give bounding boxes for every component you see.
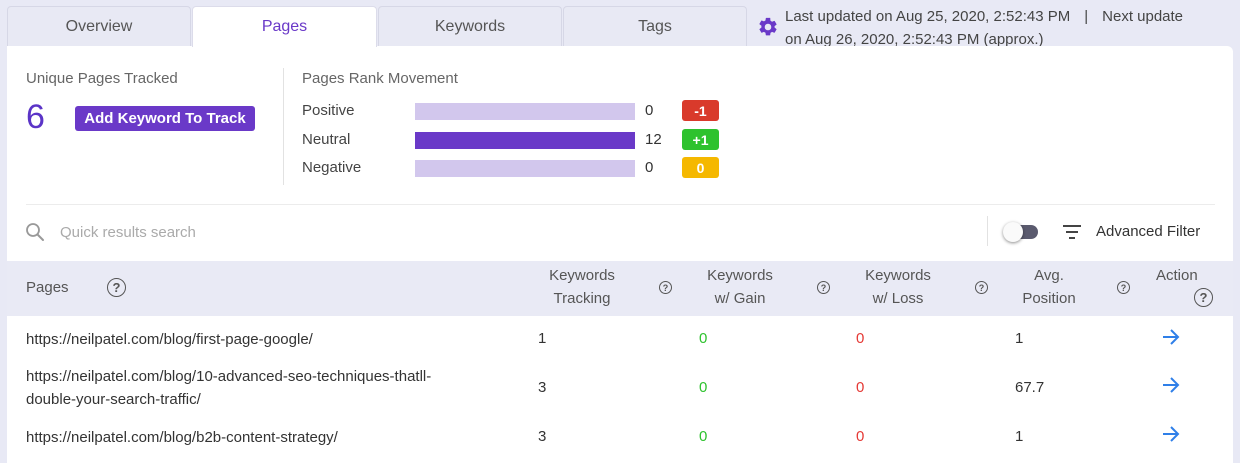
tab-overview[interactable]: Overview (7, 6, 191, 46)
last-updated-text: Last updated on Aug 25, 2020, 2:52:43 PM (785, 8, 1071, 25)
tab-tags[interactable]: Tags (563, 6, 747, 46)
next-update-label: Next update (1102, 8, 1184, 25)
add-keyword-button[interactable]: Add Keyword To Track (75, 106, 255, 131)
rank-bar-fill (415, 132, 635, 149)
search-icon (26, 223, 44, 241)
rank-change-badge: 0 (682, 157, 719, 178)
url-line: https://neilpatel.com/blog/10-advanced-s… (26, 368, 432, 385)
col-header-keywords-gain[interactable]: Keywords w/ Gain (690, 264, 790, 310)
help-icon[interactable]: ? (659, 281, 672, 294)
header-line: Tracking (553, 290, 611, 307)
keywords-tracking-value: 1 (538, 330, 547, 347)
section-divider (26, 204, 1215, 205)
rank-change-badge: -1 (682, 100, 719, 121)
keywords-loss-value: 0 (856, 428, 865, 445)
help-icon[interactable]: ? (1194, 288, 1213, 307)
filter-icon[interactable] (1061, 223, 1083, 241)
header-line: w/ Loss (872, 290, 924, 307)
rank-row-positive: Positive 0 -1 (302, 100, 732, 122)
help-icon[interactable]: ? (1117, 281, 1130, 294)
table-row: https://neilpatel.com/blog/b2b-content-s… (7, 412, 1233, 463)
avg-position-value: 67.7 (1015, 379, 1045, 396)
arrow-right-icon[interactable] (1161, 328, 1181, 346)
help-icon[interactable]: ? (107, 278, 126, 297)
toggle-knob (1003, 222, 1023, 242)
table-row: https://neilpatel.com/blog/10-advanced-s… (7, 364, 1233, 412)
help-icon[interactable]: ? (817, 281, 830, 294)
avg-position-value: 1 (1015, 428, 1024, 445)
keywords-gain-value: 0 (699, 379, 708, 396)
tab-pages[interactable]: Pages (192, 6, 377, 47)
rank-value: 0 (645, 102, 654, 119)
search-input[interactable] (60, 219, 660, 245)
rank-label: Negative (302, 159, 362, 176)
filter-toggle[interactable] (1003, 222, 1038, 242)
update-separator: | (1084, 8, 1089, 25)
header-line: Position (1022, 290, 1076, 307)
col-header-keywords-tracking[interactable]: Keywords Tracking (532, 264, 632, 310)
rank-bar (415, 132, 635, 149)
unique-pages-label: Unique Pages Tracked (26, 70, 178, 87)
page-url[interactable]: https://neilpatel.com/blog/10-advanced-s… (26, 365, 506, 411)
keywords-gain-value: 0 (699, 330, 708, 347)
url-line: double-your-search-traffic/ (26, 391, 201, 408)
col-header-keywords-loss[interactable]: Keywords w/ Loss (848, 264, 948, 310)
help-icon[interactable]: ? (975, 281, 988, 294)
rank-value: 12 (645, 131, 662, 148)
rank-change-badge: +1 (682, 129, 719, 150)
header-line: w/ Gain (714, 290, 766, 307)
page-url[interactable]: https://neilpatel.com/blog/b2b-content-s… (26, 426, 506, 449)
header-line: Keywords (865, 267, 931, 284)
col-header-pages[interactable]: Pages (26, 276, 69, 299)
update-info: Last updated on Aug 25, 2020, 2:52:43 PM… (785, 5, 1235, 51)
header-line: Avg. (1034, 267, 1064, 284)
rank-row-negative: Negative 0 0 (302, 157, 732, 179)
rank-label: Neutral (302, 131, 351, 148)
keywords-tracking-value: 3 (538, 428, 547, 445)
header-line: Keywords (549, 267, 615, 284)
rank-bar (415, 160, 635, 177)
summary-divider (283, 68, 284, 185)
arrow-right-icon[interactable] (1161, 425, 1181, 443)
col-header-avg-position[interactable]: Avg. Position (1009, 264, 1089, 310)
tab-keywords[interactable]: Keywords (378, 6, 562, 46)
advanced-filter-button[interactable]: Advanced Filter (1096, 223, 1200, 240)
rank-movement-title: Pages Rank Movement (302, 70, 458, 87)
rank-value: 0 (645, 159, 654, 176)
unique-pages-count: 6 (26, 98, 45, 136)
rank-row-neutral: Neutral 12 +1 (302, 129, 732, 151)
table-row: https://neilpatel.com/blog/first-page-go… (7, 316, 1233, 364)
url-line: https://neilpatel.com/blog/first-page-go… (26, 331, 313, 348)
avg-position-value: 1 (1015, 330, 1024, 347)
page-url[interactable]: https://neilpatel.com/blog/first-page-go… (26, 328, 506, 351)
gear-icon[interactable] (757, 16, 779, 38)
rank-label: Positive (302, 102, 355, 119)
filter-divider (987, 216, 988, 246)
rank-bar (415, 103, 635, 120)
arrow-right-icon[interactable] (1161, 376, 1181, 394)
keywords-gain-value: 0 (699, 428, 708, 445)
header-line: Keywords (707, 267, 773, 284)
keywords-loss-value: 0 (856, 379, 865, 396)
keywords-loss-value: 0 (856, 330, 865, 347)
col-header-action: Action (1156, 267, 1198, 284)
keywords-tracking-value: 3 (538, 379, 547, 396)
url-line: https://neilpatel.com/blog/b2b-content-s… (26, 429, 338, 446)
